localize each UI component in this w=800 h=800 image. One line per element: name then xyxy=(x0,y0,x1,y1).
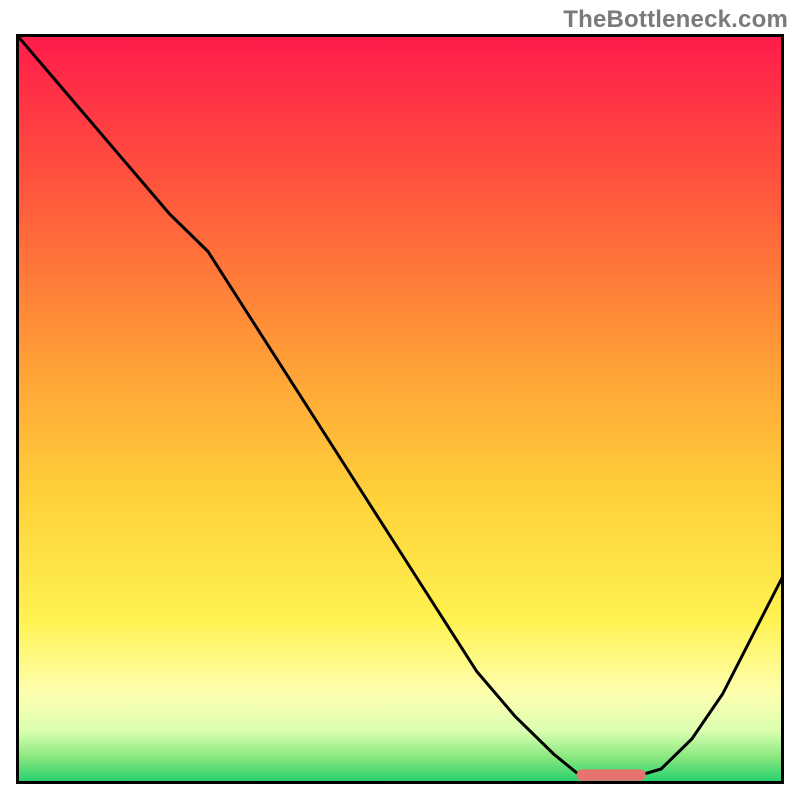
plot-area xyxy=(16,34,784,784)
watermark-text: TheBottleneck.com xyxy=(563,6,788,34)
chart-svg xyxy=(16,34,784,784)
gradient-background xyxy=(16,34,784,784)
optimal-range-marker xyxy=(577,769,646,780)
chart-stage: TheBottleneck.com xyxy=(0,0,800,800)
